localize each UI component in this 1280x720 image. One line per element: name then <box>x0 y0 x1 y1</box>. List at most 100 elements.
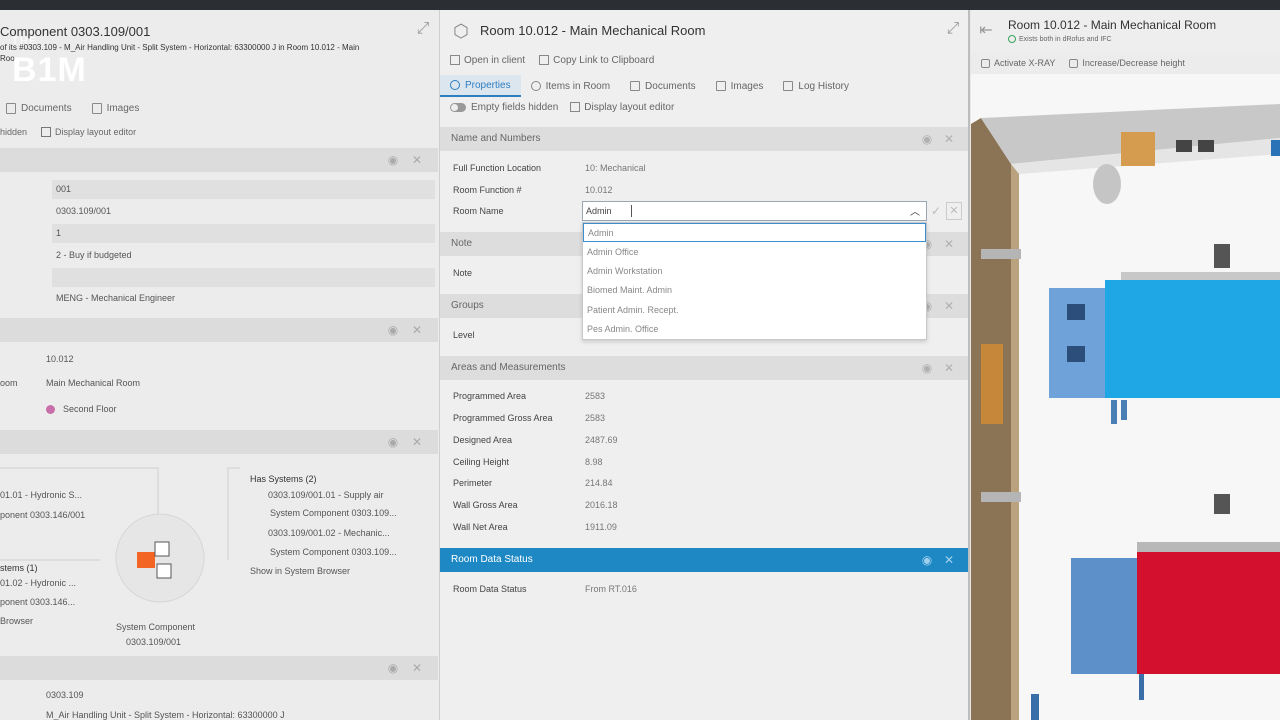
eye-icon[interactable]: ◉ <box>386 435 400 449</box>
room-number-link[interactable]: 10.012 <box>46 354 74 364</box>
field-value <box>52 268 435 287</box>
browser-link[interactable]: Browser <box>0 616 33 626</box>
suggestion-item[interactable]: Admin <box>583 223 926 242</box>
close-icon[interactable]: ✕ <box>410 153 424 167</box>
check-circle-icon <box>1008 35 1016 43</box>
confirm-icon[interactable]: ✓ <box>928 202 944 220</box>
3d-model-view[interactable] <box>971 74 1280 720</box>
close-icon[interactable]: ✕ <box>410 323 424 337</box>
level-value: Second Floor <box>46 404 117 415</box>
activate-xray-button[interactable]: Activate X-RAY <box>981 58 1055 69</box>
items-icon <box>530 81 541 91</box>
section-header: ◉ ✕ <box>0 318 438 342</box>
display-layout-editor[interactable]: Display layout editor <box>41 127 136 138</box>
system-sub: System Component 0303.109... <box>270 508 397 518</box>
tab-documents[interactable]: Documents <box>6 102 72 114</box>
viewer-title: Room 10.012 - Main Mechanical Room <box>1008 18 1217 32</box>
system-link[interactable]: 0303.109/001.01 - Supply air <box>268 490 384 500</box>
system-sub: System Component 0303.109... <box>270 547 397 557</box>
viewer-toolbar: Activate X-RAY Increase/Decrease height <box>971 52 1280 74</box>
section-header: ◉ ✕ <box>0 430 438 454</box>
tab-images[interactable]: Images <box>706 75 774 97</box>
suggestion-item[interactable]: Biomed Maint. Admin <box>583 281 926 300</box>
eye-icon[interactable]: ◉ <box>920 132 934 146</box>
property-row: Ceiling Height 8.98 <box>453 457 603 467</box>
field-value: 2 - Buy if budgeted <box>56 250 132 260</box>
document-icon <box>6 102 16 114</box>
property-row: Wall Net Area 1911.09 <box>453 522 617 532</box>
client-icon <box>450 55 460 66</box>
section-room-data-status[interactable]: Room Data Status ◉ ✕ <box>440 548 968 572</box>
clipboard-icon <box>539 55 550 66</box>
top-bar <box>0 0 1280 10</box>
property-row: Room Function #10.012 <box>453 185 613 195</box>
component-cube <box>137 552 155 568</box>
close-icon[interactable]: ✕ <box>942 132 956 146</box>
tab-log-history[interactable]: Log History <box>773 75 859 97</box>
close-icon[interactable]: ✕ <box>942 361 956 375</box>
type-link[interactable]: 0303.109 <box>46 690 84 700</box>
system-link[interactable]: 0303.109/001.02 - Mechanic... <box>268 528 390 538</box>
room-name: Main Mechanical Room <box>46 378 141 388</box>
field-value: MENG - Mechanical Engineer <box>56 293 176 303</box>
eye-icon[interactable]: ◉ <box>386 661 400 675</box>
center-node-id: 0303.109/001 <box>126 637 182 647</box>
layout-icon <box>570 102 581 113</box>
viewer-subtitle: Exists both in dRofus and IFC <box>1008 35 1112 43</box>
show-in-system-browser-link[interactable]: Show in System Browser <box>250 566 350 576</box>
door <box>981 344 1003 424</box>
tab-items-in-room[interactable]: Items in Room <box>521 75 620 97</box>
property-row: Programmed Area 2583 <box>453 391 606 401</box>
close-icon[interactable]: ✕ <box>942 299 956 313</box>
property-row: Full Function Location 10: Mechanical <box>453 163 646 173</box>
suggestion-item[interactable]: Pes Admin. Office <box>583 320 926 339</box>
section-header: ◉ ✕ <box>0 148 438 172</box>
property-row: Room Data Status From RT.016 <box>453 584 637 594</box>
section-name-and-numbers[interactable]: Name and Numbers ◉ ✕ <box>440 127 968 151</box>
field-value: 001 <box>52 180 435 199</box>
chevron-up-icon[interactable]: ︿ <box>910 204 920 222</box>
tab-images[interactable]: Images <box>91 102 139 114</box>
tab-documents[interactable]: Documents <box>620 75 706 97</box>
section-areas-and-measurements[interactable]: Areas and Measurements ◉ ✕ <box>440 356 968 380</box>
open-in-client-button[interactable]: Open in client <box>450 55 525 66</box>
system-sub: ponent 0303.146... <box>0 597 76 607</box>
eye-icon[interactable]: ◉ <box>920 553 934 567</box>
level-color-dot <box>46 405 55 415</box>
supply-duct <box>1105 280 1280 398</box>
suggestion-item[interactable]: Admin Office <box>583 243 926 262</box>
room-icon: ⬡ <box>453 21 469 41</box>
close-icon[interactable]: ✕ <box>942 553 956 567</box>
systems-header: stems (1) <box>0 563 38 573</box>
height-button[interactable]: Increase/Decrease height <box>1069 58 1185 69</box>
type-description: M_Air Handling Unit - Split System - Hor… <box>46 710 285 720</box>
system-link[interactable]: 01.02 - Hydronic ... <box>0 578 76 588</box>
log-icon <box>783 81 794 91</box>
tab-properties[interactable]: Properties <box>440 75 521 97</box>
image-icon <box>91 102 102 114</box>
copy-link-button[interactable]: Copy Link to Clipboard <box>539 55 654 66</box>
room-options: Empty fields hidden Display layout edito… <box>450 102 674 113</box>
display-layout-editor[interactable]: Display layout editor <box>570 102 674 113</box>
eye-icon[interactable]: ◉ <box>386 153 400 167</box>
suggestion-item[interactable]: Admin Workstation <box>583 262 926 281</box>
back-arrow-icon[interactable]: ⇤ <box>977 22 995 40</box>
component-options: hidden Display layout editor <box>0 123 136 141</box>
eye-icon[interactable]: ◉ <box>920 361 934 375</box>
image-icon <box>715 81 726 91</box>
property-row: Programmed Gross Area 2583 <box>453 413 606 423</box>
system-link[interactable]: 01.01 - Hydronic S... <box>0 490 82 500</box>
section-header: ◉ ✕ <box>0 656 438 680</box>
expand-icon[interactable]: ⤢ <box>414 20 432 38</box>
close-icon[interactable]: ✕ <box>410 435 424 449</box>
room-title: Room 10.012 - Main Mechanical Room <box>480 23 706 38</box>
cancel-icon[interactable]: ✕ <box>946 202 962 220</box>
expand-icon[interactable]: ⤢ <box>944 20 962 38</box>
empty-fields-toggle[interactable]: Empty fields hidden <box>450 102 558 113</box>
field-value: 1 <box>52 224 435 243</box>
suggestion-item[interactable]: Patient Admin. Recept. <box>583 301 926 320</box>
close-icon[interactable]: ✕ <box>410 661 424 675</box>
eye-icon[interactable]: ◉ <box>386 323 400 337</box>
close-icon[interactable]: ✕ <box>942 237 956 251</box>
empty-fields-toggle[interactable]: hidden <box>0 127 27 137</box>
